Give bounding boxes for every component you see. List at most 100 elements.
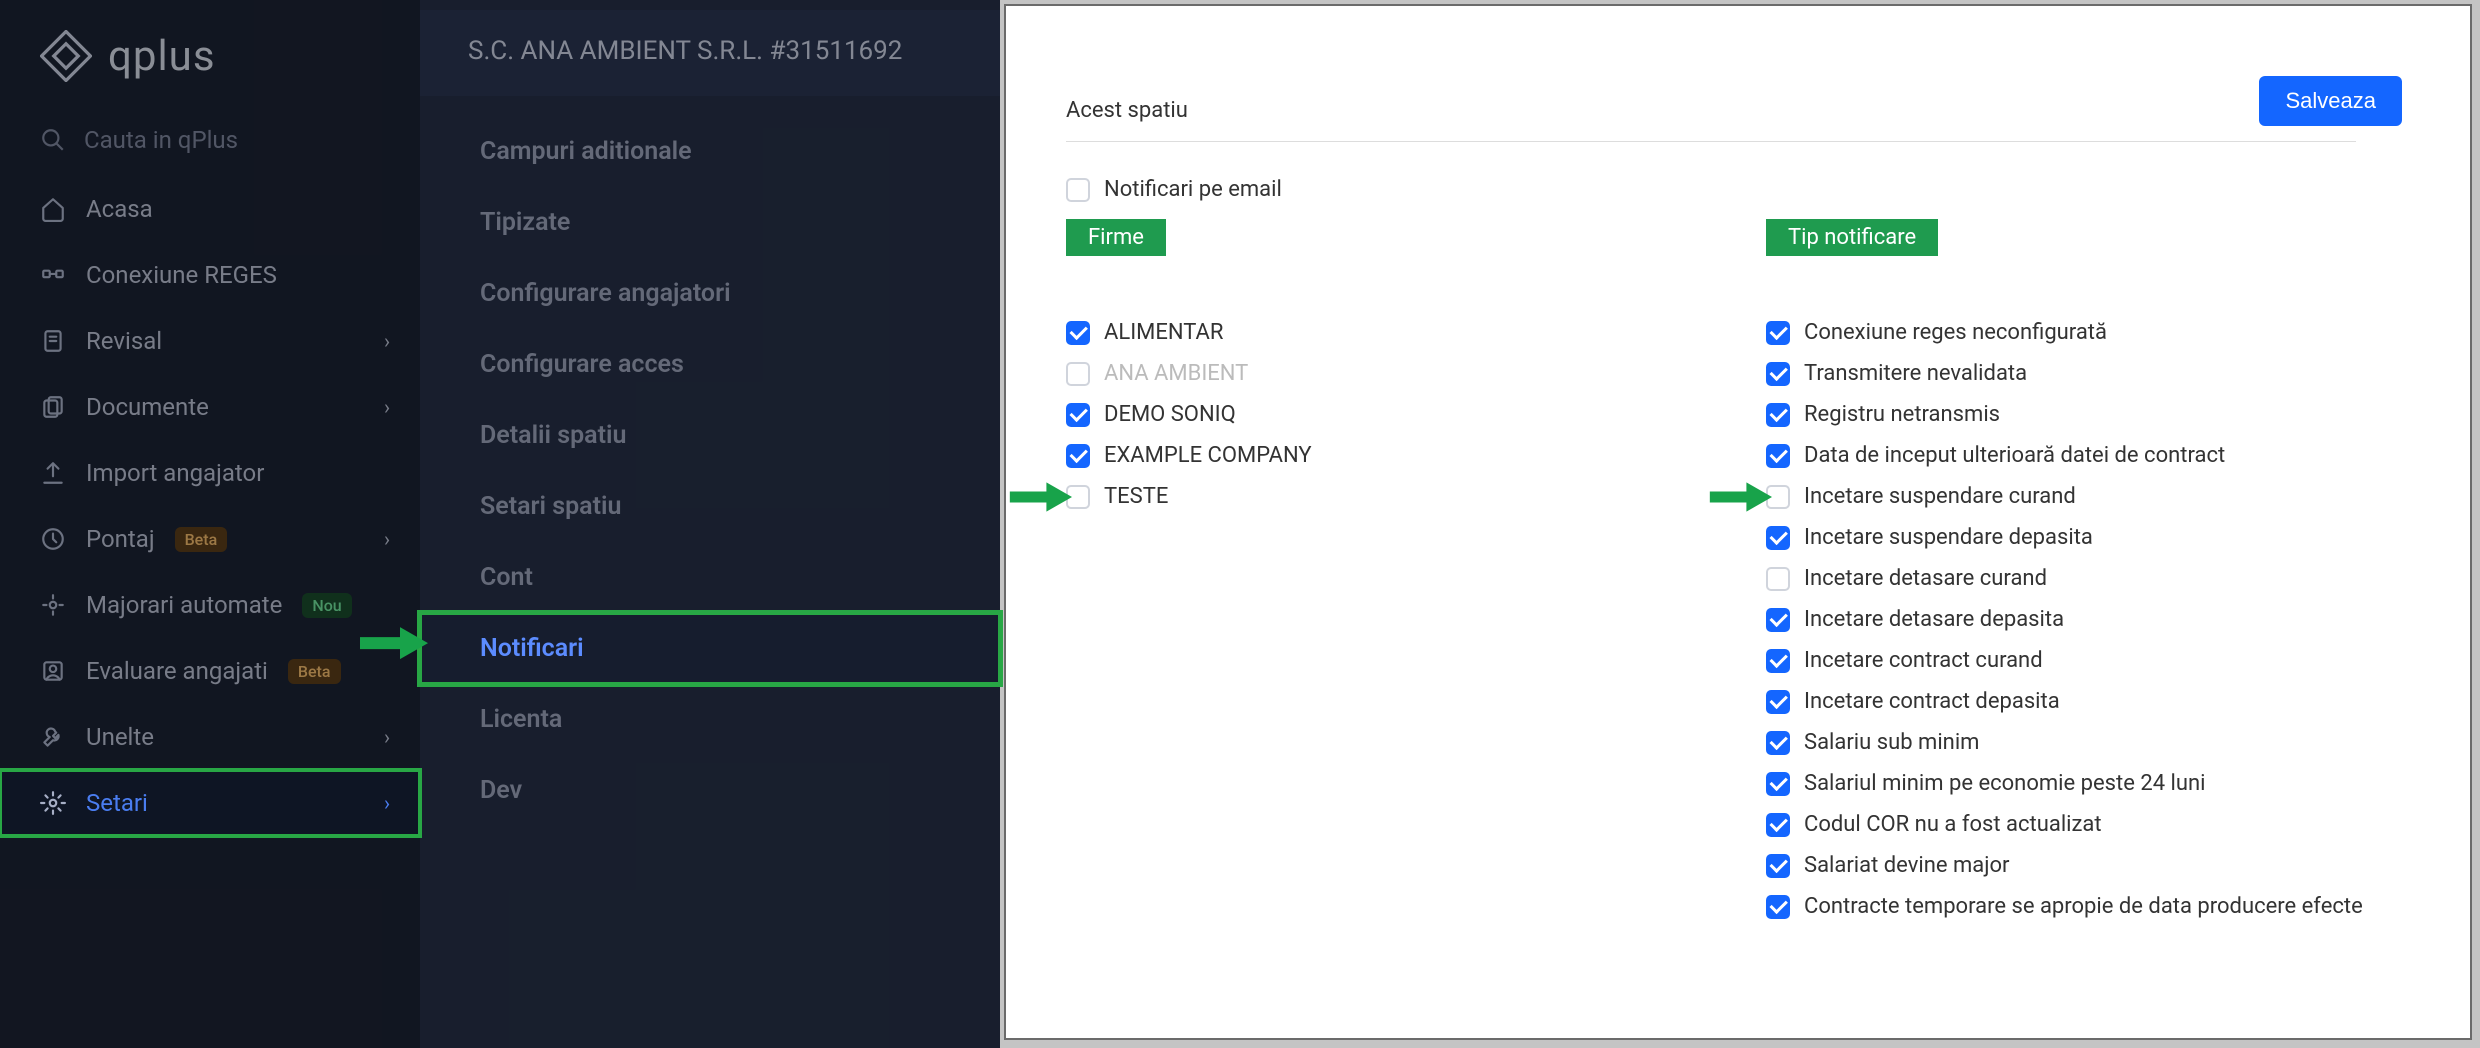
settings-nav: Campuri aditionaleTipizateConfigurare an… [420, 96, 1000, 826]
search-input[interactable]: Cauta in qPlus [0, 112, 420, 168]
tip-row[interactable]: Incetare detasare curand [1766, 558, 2406, 599]
highlight-arrow-icon [1008, 478, 1072, 522]
sub-item-detalii-spatiu[interactable]: Detalii spatiu [420, 400, 1000, 471]
nav-item-revisal[interactable]: Revisal› [0, 308, 420, 374]
tip-row[interactable]: Incetare contract curand [1766, 640, 2406, 681]
tip-row[interactable]: Salariat devine major [1766, 845, 2406, 886]
checkbox-icon[interactable] [1766, 895, 1790, 919]
nav-item-setari[interactable]: Setari› [0, 770, 420, 836]
tip-row[interactable]: Salariul minim pe economie peste 24 luni [1766, 763, 2406, 804]
nav-item-evaluare-angajati[interactable]: Evaluare angajatiBeta [0, 638, 420, 704]
firme-row[interactable]: DEMO SONIQ [1066, 394, 1706, 435]
tip-header: Tip notificare [1766, 219, 1938, 256]
sliders-icon [40, 592, 66, 618]
tip-row[interactable]: Transmitere nevalidata [1766, 353, 2406, 394]
firme-row[interactable]: EXAMPLE COMPANY [1066, 435, 1706, 476]
email-notif-row[interactable]: Notificari pe email [1066, 170, 2410, 209]
tip-row[interactable]: Salariu sub minim [1766, 722, 2406, 763]
tip-label: Incetare detasare curand [1804, 566, 2047, 591]
link-icon [40, 262, 66, 288]
sub-item-licenta[interactable]: Licenta [420, 684, 1000, 755]
checkbox-icon[interactable] [1766, 731, 1790, 755]
firme-row[interactable]: ALIMENTAR [1066, 312, 1706, 353]
firme-header: Firme [1066, 219, 1166, 256]
checkbox-icon[interactable] [1766, 403, 1790, 427]
tip-row[interactable]: Incetare detasare depasita [1766, 599, 2406, 640]
badge-beta: Beta [288, 659, 341, 684]
checkbox-icon[interactable] [1066, 444, 1090, 468]
settings-subsidebar: S.C. ANA AMBIENT S.R.L. #31511692 Campur… [420, 0, 1000, 1048]
nav-item-import-angajator[interactable]: Import angajator [0, 440, 420, 506]
sub-item-dev[interactable]: Dev [420, 755, 1000, 826]
checkbox-icon[interactable] [1766, 813, 1790, 837]
highlight-arrow-icon [1708, 478, 1772, 522]
firme-row[interactable]: TESTE [1066, 476, 1706, 517]
tip-row[interactable]: Registru netransmis [1766, 394, 2406, 435]
tip-row[interactable]: Incetare suspendare curand [1766, 476, 2406, 517]
sub-item-campuri-aditionale[interactable]: Campuri aditionale [420, 116, 1000, 187]
primary-nav: Acasa Conexiune REGES Revisal› Documente › Im… [0, 168, 420, 836]
tip-label: Conexiune reges neconfigurată [1804, 320, 2107, 345]
sub-item-configurare-angajatori[interactable]: Configurare angajatori [420, 258, 1000, 329]
chevron-right-icon: › [384, 791, 390, 815]
checkbox-icon[interactable] [1066, 321, 1090, 345]
checkbox-icon[interactable] [1766, 649, 1790, 673]
sub-item-cont[interactable]: Cont [420, 542, 1000, 613]
tip-label: Incetare detasare depasita [1804, 607, 2064, 632]
wrench-icon [40, 724, 66, 750]
checkbox-icon[interactable] [1766, 444, 1790, 468]
checkbox-icon[interactable] [1766, 567, 1790, 591]
checkbox-icon[interactable] [1766, 854, 1790, 878]
tip-list: Conexiune reges neconfigurată Transmitere… [1766, 312, 2406, 927]
nav-label: Documente [86, 393, 209, 421]
nav-label: Unelte [86, 723, 154, 751]
tip-row[interactable]: Contracte temporare se apropie de data p… [1766, 886, 2406, 927]
firme-label: ANA AMBIENT [1104, 361, 1248, 386]
checkbox-icon[interactable] [1766, 772, 1790, 796]
nav-item-unelte[interactable]: Unelte› [0, 704, 420, 770]
checkbox-icon[interactable] [1066, 403, 1090, 427]
search-icon [40, 127, 66, 153]
checkbox-icon[interactable] [1766, 362, 1790, 386]
nav-item-acasa[interactable]: Acasa [0, 176, 420, 242]
highlight-arrow-icon [358, 623, 428, 670]
save-button[interactable]: Salveaza [2259, 76, 2402, 126]
nav-item-majorari-automate[interactable]: Majorari automateNou [0, 572, 420, 638]
chevron-right-icon: › [384, 395, 390, 419]
checkbox-icon[interactable] [1766, 526, 1790, 550]
sub-item-setari-spatiu[interactable]: Setari spatiu [420, 471, 1000, 542]
tip-row[interactable]: Codul COR nu a fost actualizat [1766, 804, 2406, 845]
checkbox-icon[interactable] [1066, 178, 1090, 202]
firme-column: Firme ALIMENTAR ANA AMBIENT DEMO SONIQ EXAM… [1066, 219, 1706, 927]
nav-item-conexiune-reges[interactable]: Conexiune REGES [0, 242, 420, 308]
firme-list: ALIMENTAR ANA AMBIENT DEMO SONIQ EXAMPLE CO… [1066, 312, 1706, 517]
firme-row[interactable]: ANA AMBIENT [1066, 353, 1706, 394]
primary-sidebar: qplus Cauta in qPlus Acasa Conexiune REGE… [0, 0, 420, 1048]
tip-label: Registru netransmis [1804, 402, 2000, 427]
tip-row[interactable]: Conexiune reges neconfigurată [1766, 312, 2406, 353]
divider [1066, 141, 2356, 142]
tip-label: Incetare contract curand [1804, 648, 2043, 673]
checkbox-icon[interactable] [1766, 321, 1790, 345]
firme-label: EXAMPLE COMPANY [1104, 443, 1312, 468]
checkbox-icon[interactable] [1766, 608, 1790, 632]
chevron-right-icon: › [384, 329, 390, 353]
search-placeholder: Cauta in qPlus [84, 126, 238, 154]
tip-label: Data de inceput ulterioară datei de cont… [1804, 443, 2225, 468]
tip-row[interactable]: Incetare contract depasita [1766, 681, 2406, 722]
tip-label: Transmitere nevalidata [1804, 361, 2027, 386]
sub-item-configurare-acces[interactable]: Configurare acces [420, 329, 1000, 400]
tip-column: Tip notificare Conexiune reges neconfigu… [1766, 219, 2406, 927]
tip-row[interactable]: Incetare suspendare depasita [1766, 517, 2406, 558]
nav-label: Conexiune REGES [86, 261, 277, 289]
badge-beta: Beta [175, 527, 228, 552]
nav-label: Pontaj [86, 525, 155, 553]
tip-row[interactable]: Data de inceput ulterioară datei de cont… [1766, 435, 2406, 476]
checkbox-icon[interactable] [1066, 362, 1090, 386]
nav-item-pontaj[interactable]: PontajBeta› [0, 506, 420, 572]
sub-item-notificari[interactable]: Notificari [420, 613, 1000, 684]
sub-item-tipizate[interactable]: Tipizate [420, 187, 1000, 258]
nav-item-documente[interactable]: Documente › [0, 374, 420, 440]
checkbox-icon[interactable] [1766, 690, 1790, 714]
brand-logo: qplus [0, 20, 420, 112]
